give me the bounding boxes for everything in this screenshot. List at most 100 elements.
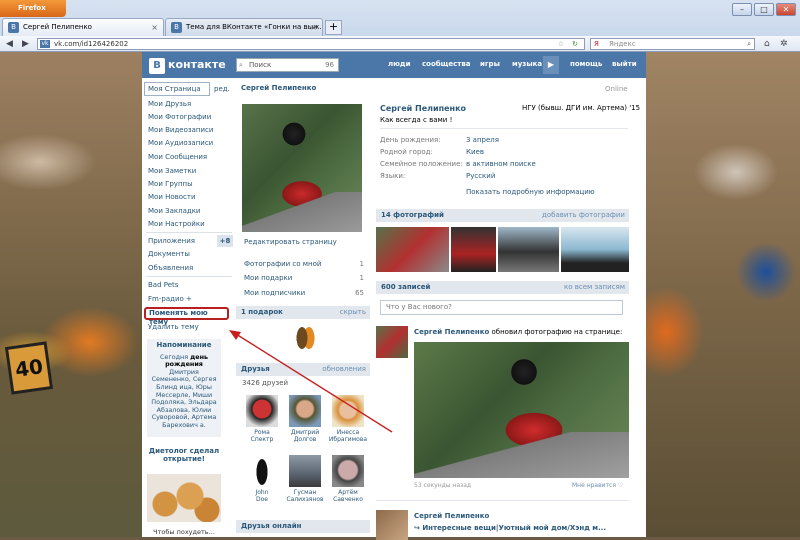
info-birthday-label: День рождения: — [380, 136, 441, 144]
gift-ribbon-icon[interactable] — [294, 324, 316, 352]
back-arrow-icon[interactable]: ◀ — [6, 38, 13, 50]
music-play-icon[interactable]: ▶ — [543, 56, 559, 74]
nav-communities[interactable]: сообщества — [422, 60, 471, 68]
sidebar-item-audio[interactable]: Мои Аудиозаписи — [148, 139, 213, 147]
post-author-link[interactable]: Сергей Пелипенко — [414, 328, 489, 336]
sidebar-item-ads[interactable]: Объявления — [148, 264, 193, 272]
friends-updates-link[interactable]: обновления — [322, 363, 366, 376]
ad-caption[interactable]: Чтобы похудеть... — [147, 528, 221, 536]
photos-with-me-count: 1 — [359, 260, 364, 268]
wall-post-input[interactable]: Что у Вас нового? — [380, 300, 623, 315]
close-window-icon[interactable]: ✕ — [776, 3, 796, 16]
sidebar-item-fm-radio[interactable]: Fm-радио + — [148, 295, 192, 303]
sidebar-item-friends[interactable]: Мои Друзья — [148, 100, 191, 108]
tab-close-icon[interactable]: × — [310, 19, 317, 36]
post-author-avatar[interactable] — [376, 326, 408, 358]
nav-games[interactable]: игры — [480, 60, 500, 68]
sidebar-item-apps[interactable]: Приложения — [148, 237, 195, 245]
sidebar-item-my-page[interactable]: Моя Страница — [144, 82, 210, 96]
minimize-icon[interactable]: – — [732, 3, 752, 16]
friend-avatar — [289, 395, 321, 427]
maximize-icon[interactable]: □ — [754, 3, 774, 16]
nav-music[interactable]: музыка — [512, 60, 542, 68]
tab-title: Сергей Пелипенко — [23, 23, 92, 31]
my-followers-link[interactable]: Мои подписчики — [244, 289, 305, 297]
tab-close-icon[interactable]: × — [151, 19, 158, 36]
sidebar-item-settings[interactable]: Мои Настройки — [148, 220, 205, 228]
photos-with-me-link[interactable]: Фотографии со мной — [244, 260, 321, 268]
gifts-header: 1 подарок скрыть — [236, 306, 370, 319]
sidebar-item-bad-pets[interactable]: Bad Pets — [148, 281, 178, 289]
friend-card[interactable]: Рома Спектр — [242, 395, 282, 443]
browser-tab-theme[interactable]: В Тема для ВКонтакте «Гонки на выж... × — [165, 18, 323, 36]
my-gifts-link[interactable]: Мои подарки — [244, 274, 292, 282]
friend-card[interactable]: Артём Савченко — [328, 455, 368, 503]
new-tab-button[interactable]: + — [325, 20, 342, 35]
info-birthday-value[interactable]: 3 апреля — [466, 136, 499, 144]
post-photo[interactable] — [414, 342, 629, 478]
sidebar-item-messages[interactable]: Мои Сообщения — [148, 153, 207, 161]
sidebar-item-bookmarks[interactable]: Мои Закладки — [148, 207, 200, 215]
friend-card[interactable]: Дмитрий Долгов — [285, 395, 325, 443]
forward-arrow-icon[interactable]: ▶ — [22, 38, 29, 50]
browser-tab-profile[interactable]: В Сергей Пелипенко × — [2, 18, 164, 36]
friend-card[interactable]: Гусман Салихзянов — [285, 455, 325, 503]
yandex-search-icon: Я — [594, 40, 599, 48]
settings-icon[interactable]: ✲ — [780, 38, 788, 50]
friend-avatar — [246, 455, 278, 487]
delete-theme-link[interactable]: Удалить тему — [148, 323, 199, 331]
friend-card[interactable]: Инесса Ибрагимова — [328, 395, 368, 443]
photo-thumbnail[interactable] — [561, 227, 629, 272]
theme-background-left: 40 — [0, 52, 142, 537]
gifts-hide-link[interactable]: скрыть — [340, 306, 366, 319]
sidebar-item-photos[interactable]: Мои Фотографии — [148, 113, 211, 121]
firefox-menu-button[interactable]: Firefox — [0, 0, 66, 17]
profile-avatar[interactable] — [242, 104, 362, 232]
info-hometown-value[interactable]: Киев — [466, 148, 484, 156]
nav-logout[interactable]: выйти — [612, 60, 637, 68]
nav-people[interactable]: люди — [388, 60, 411, 68]
bookmark-star-icon[interactable]: ☆ — [558, 39, 564, 49]
sidebar-item-videos[interactable]: Мои Видеозаписи — [148, 126, 213, 134]
profile-university[interactable]: НГУ (бывш. ДГИ им. Артема) '15 — [522, 104, 640, 112]
vk-logo[interactable]: Вконтакте — [149, 56, 226, 74]
sidebar-item-groups[interactable]: Мои Группы — [148, 180, 193, 188]
sidebar-item-news[interactable]: Мои Новости — [148, 193, 196, 201]
address-bar[interactable]: vk vk.com/id126426202 ☆ ↻ — [37, 38, 585, 50]
post-author-avatar[interactable] — [376, 510, 408, 540]
search-bar[interactable]: Я Яндекс ⌕ — [590, 38, 755, 50]
all-posts-link[interactable]: ко всем записям — [564, 281, 625, 294]
info-relationship-value[interactable]: в активном поиске — [466, 160, 536, 168]
add-photos-link[interactable]: добавить фотографии — [542, 209, 625, 222]
sidebar-item-notes[interactable]: Мои Заметки — [148, 167, 196, 175]
sidebar-item-documents[interactable]: Документы — [148, 250, 190, 258]
birthday-reminder: Напоминание Сегодня день рождения Дмитри… — [147, 339, 221, 437]
nav-help[interactable]: помощь — [570, 60, 602, 68]
post-author-link[interactable]: Сергей Пелипенко — [414, 512, 489, 520]
photo-thumbnail[interactable] — [451, 227, 496, 272]
post-shared-link[interactable]: ↪ Интересные вещи|Уютный мой дом/Хэнд м.… — [414, 524, 606, 532]
edit-page-button[interactable]: Редактировать страницу — [244, 238, 360, 246]
home-icon[interactable]: ⌂ — [764, 38, 770, 50]
navigation-toolbar: ◀ ▶ vk vk.com/id126426202 ☆ ↻ Я Яндекс ⌕… — [0, 36, 800, 52]
magnifier-icon[interactable]: ⌕ — [747, 39, 751, 49]
apps-count-badge[interactable]: +8 — [217, 235, 233, 247]
reload-icon[interactable]: ↻ — [572, 39, 578, 49]
post-timestamp[interactable]: 53 секунды назад — [414, 482, 471, 489]
reminder-names[interactable]: Дмитрия Семененко, Сергея Блинд ица, Юры… — [151, 368, 216, 429]
friend-card[interactable]: John Doe — [242, 455, 282, 503]
ad-title[interactable]: Диетолог сделал открытие! — [147, 447, 221, 463]
vk-page: Вконтакте ⌕ Поиск 96 люди сообщества игр… — [142, 52, 646, 540]
photo-thumbnail[interactable] — [376, 227, 449, 272]
friends-online-header[interactable]: Друзья онлайн — [236, 520, 370, 533]
info-languages-value[interactable]: Русский — [466, 172, 495, 180]
vk-search-input[interactable]: ⌕ Поиск 96 — [236, 58, 339, 72]
like-button[interactable]: Мне нравится ♡ — [572, 482, 623, 489]
sidebar-edit-link[interactable]: ред. — [214, 85, 230, 93]
ad-image[interactable] — [147, 474, 221, 522]
change-theme-link[interactable]: Поменять мою тему — [144, 307, 229, 326]
show-more-info-link[interactable]: Показать подробную информацию — [466, 188, 595, 196]
profile-status[interactable]: Как всегда с вами ! — [380, 116, 452, 124]
info-divider — [380, 128, 628, 129]
photo-thumbnail[interactable] — [498, 227, 559, 272]
